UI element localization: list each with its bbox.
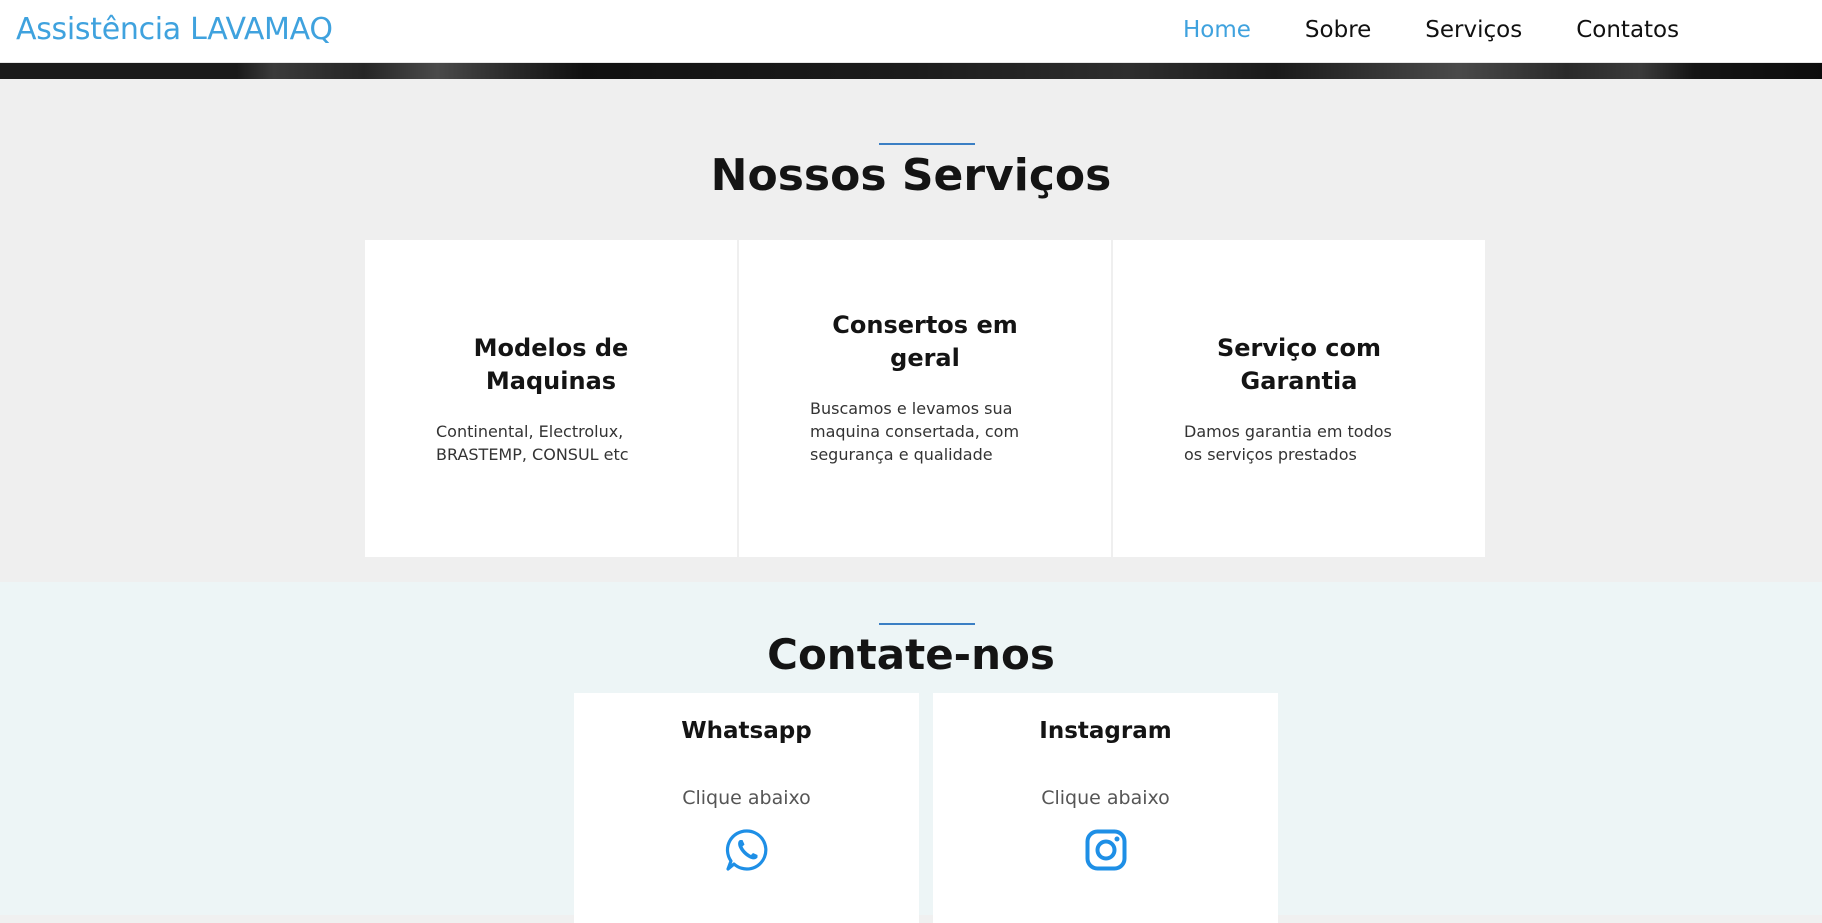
service-card-text: Damos garantia em todos os serviços pres… xyxy=(1184,421,1392,464)
service-card-text: Buscamos e levamos sua maquina consertad… xyxy=(810,399,1020,464)
nav-link-contatos[interactable]: Contatos xyxy=(1576,17,1679,43)
nav-link-sobre[interactable]: Sobre xyxy=(1305,17,1371,43)
service-card-consertos: Consertos em geral Buscamos e levamos su… xyxy=(739,240,1111,557)
service-card-title: Consertos em geral xyxy=(832,311,1018,372)
service-card-text: Continental, Electrolux, BRASTEMP, CONSU… xyxy=(436,421,629,464)
nav-link-servicos[interactable]: Serviços xyxy=(1425,17,1522,43)
contact-title: Contate-nos xyxy=(767,630,1055,679)
contact-card-subtitle: Clique abaixo xyxy=(1041,787,1170,809)
contact-card-instagram[interactable]: Instagram Clique abaixo xyxy=(933,693,1278,923)
contact-card-title: Whatsapp xyxy=(681,718,812,744)
hero-image-strip xyxy=(0,63,1822,79)
brand-logo-link[interactable]: Assistência LAVAMAQ xyxy=(16,12,333,47)
services-section: Nossos Serviços Modelos de Maquinas Cont… xyxy=(0,79,1822,582)
contact-card-title: Instagram xyxy=(1039,718,1172,744)
whatsapp-icon[interactable] xyxy=(725,828,769,872)
service-card-garantia: Serviço com Garantia Damos garantia em t… xyxy=(1113,240,1485,557)
services-cards: Modelos de Maquinas Continental, Electro… xyxy=(365,240,1487,557)
section-divider xyxy=(879,623,975,625)
navbar: Assistência LAVAMAQ Home Sobre Serviços … xyxy=(0,0,1822,63)
contact-card-subtitle: Clique abaixo xyxy=(682,787,811,809)
nav-link-home[interactable]: Home xyxy=(1183,17,1251,43)
service-card-title: Serviço com Garantia xyxy=(1216,333,1382,395)
service-card-modelos: Modelos de Maquinas Continental, Electro… xyxy=(365,240,737,557)
service-card-title: Modelos de Maquinas xyxy=(473,333,629,395)
instagram-icon[interactable] xyxy=(1084,828,1128,872)
section-divider xyxy=(879,143,975,145)
contact-section: Contate-nos Whatsapp Clique abaixo Insta… xyxy=(0,582,1822,923)
nav-links: Home Sobre Serviços Contatos xyxy=(1183,17,1733,43)
services-title: Nossos Serviços xyxy=(710,150,1112,201)
contact-card-whatsapp[interactable]: Whatsapp Clique abaixo xyxy=(574,693,919,923)
contact-cards: Whatsapp Clique abaixo Instagram Clique … xyxy=(574,693,1292,923)
